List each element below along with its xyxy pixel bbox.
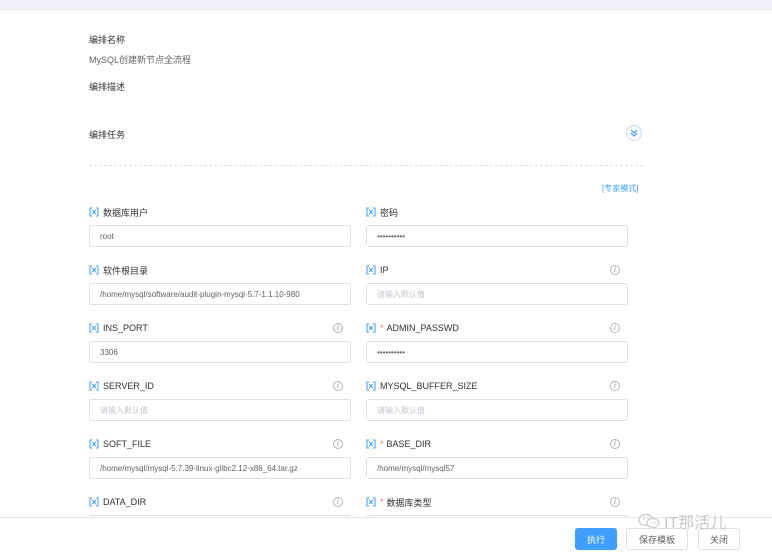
execute-button[interactable]: 执行: [575, 528, 617, 550]
info-icon[interactable]: i: [610, 497, 620, 507]
field-label: 数据库用户: [89, 205, 148, 219]
field-label-text: SERVER_ID: [103, 381, 154, 391]
required-marker: *: [380, 497, 384, 507]
field-label-text: MYSQL_BUFFER_SIZE: [380, 381, 478, 391]
field-input[interactable]: /home/mysql/mysql57: [366, 457, 628, 479]
info-icon[interactable]: i: [610, 265, 620, 275]
field-label: MYSQL_BUFFER_SIZE: [366, 379, 478, 393]
field-input[interactable]: ••••••••••: [366, 225, 628, 247]
field-label-text: SOFT_FILE: [103, 439, 152, 449]
watermark-text: IT那活儿: [664, 515, 727, 532]
wechat-logo-icon: [638, 513, 660, 529]
field-label-text: IP: [380, 265, 389, 275]
field-label: DATA_DIR: [89, 495, 146, 509]
required-marker: *: [380, 323, 384, 333]
variable-icon: [366, 323, 376, 333]
variable-icon: [366, 381, 376, 391]
variable-icon: [89, 323, 99, 333]
variable-icon: [89, 207, 99, 217]
field-label: 密码: [366, 205, 398, 219]
field-label-text: 软件根目录: [103, 265, 149, 276]
orchestration-name-value: MySQL创建新节点全流程: [89, 55, 192, 65]
variable-icon: [366, 265, 376, 275]
field-input[interactable]: 3306: [89, 341, 351, 363]
watermark: IT那活儿: [638, 510, 726, 532]
orchestration-task-label: 编排任务: [89, 130, 126, 140]
field-label-text: 密码: [380, 207, 399, 218]
top-bar: [0, 0, 772, 10]
info-icon[interactable]: i: [333, 439, 343, 449]
field-label: INS_PORT: [89, 321, 148, 335]
required-marker: *: [380, 439, 384, 449]
field-label: * 数据库类型: [366, 495, 432, 509]
info-icon[interactable]: i: [610, 439, 620, 449]
info-icon[interactable]: i: [333, 323, 343, 333]
field-input[interactable]: /home/mysql/software/audit-plugin-mysql-…: [89, 283, 351, 305]
info-icon[interactable]: i: [610, 381, 620, 391]
info-icon[interactable]: i: [333, 381, 343, 391]
variable-icon: [366, 497, 376, 507]
field-label: * ADMIN_PASSWD: [366, 321, 459, 335]
field-input[interactable]: 请输入默认值: [366, 399, 628, 421]
orchestration-desc-label: 编排描述: [89, 82, 126, 92]
field-label: SOFT_FILE: [89, 437, 151, 451]
field-label-text: 数据库用户: [103, 207, 149, 218]
variable-icon: [366, 207, 376, 217]
double-chevron-down-icon: [630, 129, 638, 137]
orchestration-name-label: 编排名称: [89, 35, 126, 45]
info-icon[interactable]: i: [333, 497, 343, 507]
info-icon[interactable]: i: [610, 323, 620, 333]
field-label: SERVER_ID: [89, 379, 154, 393]
field-label-text: 数据库类型: [386, 497, 432, 508]
variable-icon: [366, 439, 376, 449]
field-label: 软件根目录: [89, 263, 148, 277]
field-label-text: ADMIN_PASSWD: [386, 323, 459, 333]
field-label-text: INS_PORT: [103, 323, 148, 333]
field-label-text: DATA_DIR: [103, 497, 147, 507]
expert-mode-link[interactable]: [专家模式]: [602, 183, 638, 194]
collapse-button[interactable]: [626, 125, 642, 141]
variable-icon: [89, 497, 99, 507]
variable-icon: [89, 439, 99, 449]
field-input[interactable]: /home/mysql/mysql-5.7.39-linux-glibc2.12…: [89, 457, 351, 479]
field-input[interactable]: ••••••••••: [366, 341, 628, 363]
field-input[interactable]: 请输入默认值: [89, 399, 351, 421]
section-divider: [89, 165, 643, 166]
field-input[interactable]: 请输入默认值: [366, 283, 628, 305]
field-label: * BASE_DIR: [366, 437, 431, 451]
field-label-text: BASE_DIR: [386, 439, 432, 449]
field-input[interactable]: root: [89, 225, 351, 247]
variable-icon: [89, 381, 99, 391]
variable-icon: [89, 265, 99, 275]
field-label: IP: [366, 263, 389, 277]
